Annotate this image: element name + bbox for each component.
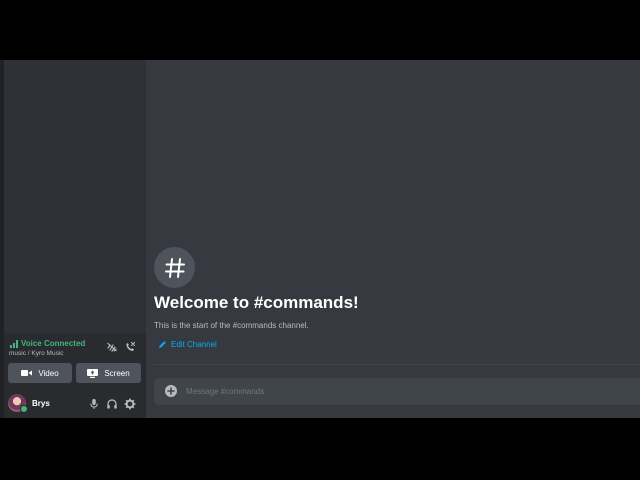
username[interactable]: Brys	[32, 399, 50, 408]
discord-window: Voice Connected music / Kyro Music Video…	[0, 60, 640, 418]
video-button-label: Video	[38, 368, 59, 378]
message-composer	[154, 378, 640, 405]
microphone-icon[interactable]	[88, 398, 100, 410]
video-camera-icon	[21, 370, 33, 376]
user-panel: Brys	[4, 389, 146, 418]
welcome-title: Welcome to #commands!	[154, 293, 359, 312]
voice-status-label: Voice Connected	[21, 339, 86, 348]
channel-sidebar: Voice Connected music / Kyro Music Video…	[0, 60, 146, 418]
edit-channel-link[interactable]: Edit Channel	[158, 340, 217, 349]
screen-share-button[interactable]: Screen	[76, 363, 141, 383]
welcome-subtitle: This is the start of the #commands chann…	[154, 321, 309, 330]
disconnect-icon[interactable]	[124, 341, 136, 353]
plus-icon	[167, 387, 175, 395]
voice-channel-name[interactable]: music / Kyro Music	[9, 350, 64, 357]
voice-status[interactable]: Voice Connected	[10, 339, 85, 348]
screen-share-button-label: Screen	[104, 368, 130, 378]
noise-suppression-icon[interactable]	[106, 341, 118, 353]
edit-channel-label: Edit Channel	[171, 340, 217, 349]
message-input[interactable]	[186, 378, 636, 405]
video-button[interactable]: Video	[8, 363, 72, 383]
online-status-icon	[20, 405, 28, 413]
message-divider	[154, 364, 640, 365]
screen-share-icon	[87, 368, 99, 378]
signal-icon	[10, 339, 18, 348]
add-attachment-button[interactable]	[165, 385, 177, 397]
channel-hash-icon	[154, 247, 195, 288]
voice-connection-panel: Voice Connected music / Kyro Music Video…	[4, 333, 146, 389]
settings-gear-icon[interactable]	[124, 398, 136, 410]
headphones-icon[interactable]	[106, 398, 118, 410]
pencil-icon	[159, 341, 166, 348]
